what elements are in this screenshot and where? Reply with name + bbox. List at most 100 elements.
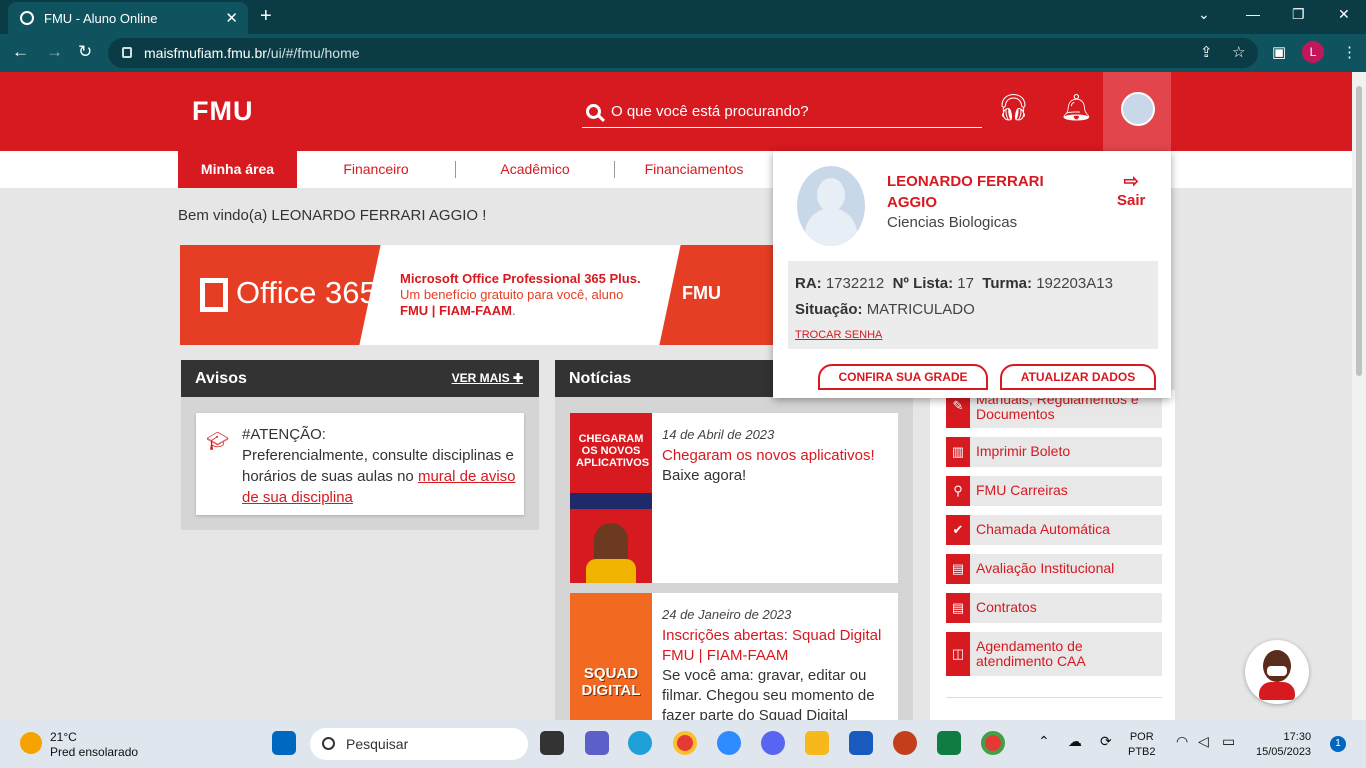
situacao-label: Situação: — [795, 301, 863, 318]
aviso-card: 🎓︎ #ATENÇÃO: Preferencialmente, consulte… — [196, 413, 524, 515]
logout-button[interactable]: ⇨ Sair — [1117, 171, 1145, 209]
chatbot-avatar-button[interactable] — [1245, 640, 1309, 704]
bell-icon[interactable]: 🔔︎ — [1060, 92, 1093, 123]
logout-icon: ⇨ — [1123, 171, 1139, 191]
new-tab-button[interactable]: + — [260, 5, 272, 28]
divider — [946, 697, 1162, 698]
quick-link-agendamento[interactable]: ◫ Agendamento de atendimento CAA — [946, 632, 1162, 676]
discord-icon[interactable] — [761, 731, 785, 755]
onedrive-icon[interactable]: ☁ — [1068, 734, 1082, 749]
wifi-icon[interactable]: ◠ — [1176, 734, 1188, 749]
sync-icon[interactable]: ⟳ — [1100, 734, 1112, 749]
profile-menu-button[interactable] — [1103, 72, 1171, 151]
tab-title: FMU - Aluno Online — [44, 10, 158, 26]
atualizar-dados-button[interactable]: ATUALIZAR DADOS — [1000, 364, 1156, 390]
clock[interactable]: 17:30 15/05/2023 — [1256, 730, 1311, 760]
sidebar-icon[interactable]: ▣ — [1272, 43, 1286, 61]
headset-icon[interactable]: 🎧︎ — [997, 92, 1030, 123]
menu-divider — [455, 161, 456, 178]
trocar-senha-link[interactable]: TROCAR SENHA — [795, 327, 1151, 343]
share-icon[interactable]: ⇪ — [1200, 43, 1213, 61]
turma-value: 192203A13 — [1036, 275, 1113, 292]
quick-link-contratos[interactable]: ▤ Contratos — [946, 593, 1162, 623]
globe-icon — [20, 11, 34, 25]
banner-text: Microsoft Office Professional 365 Plus. … — [400, 271, 641, 319]
news-title[interactable]: Inscrições abertas: Squad Digital FMU | … — [662, 626, 892, 666]
confira-grade-button[interactable]: CONFIRA SUA GRADE — [818, 364, 988, 390]
ra-label: RA: — [795, 275, 822, 292]
battery-icon[interactable]: ▭ — [1222, 734, 1235, 749]
news-title[interactable]: Chegaram os novos aplicativos! — [662, 446, 892, 466]
menu-financeiro[interactable]: Financeiro — [316, 151, 436, 188]
zoom-icon[interactable] — [717, 731, 741, 755]
start-icon[interactable] — [272, 731, 296, 755]
fmu-logo[interactable]: FMU — [192, 96, 253, 127]
news-card[interactable]: SQUAD DIGITAL 24 de Janeiro de 2023 Insc… — [570, 593, 898, 720]
chatbot-shirt-icon — [1259, 682, 1295, 700]
search-placeholder: O que você está procurando? — [611, 103, 809, 120]
quick-link-chamada[interactable]: ✔ Chamada Automática — [946, 515, 1162, 545]
quick-links-panel: ✎ Manuais, Regulamentos e Documentos ▥ I… — [930, 384, 1175, 720]
chrome-profile-icon[interactable] — [981, 731, 1005, 755]
browser-menu-icon[interactable]: ⋮ — [1342, 43, 1357, 61]
site-search-input[interactable]: O que você está procurando? — [582, 96, 982, 128]
welcome-message: Bem vindo(a) LEONARDO FERRARI AGGIO ! — [178, 207, 487, 224]
quick-link-carreiras[interactable]: ⚲ FMU Carreiras — [946, 476, 1162, 506]
language-indicator[interactable]: POR PTB2 — [1128, 730, 1156, 760]
taskbar-search[interactable]: Pesquisar — [310, 728, 528, 760]
teams-icon[interactable] — [585, 731, 609, 755]
clock-time: 17:30 — [1283, 731, 1312, 743]
quick-link-label: Avaliação Institucional — [976, 560, 1115, 576]
aviso-heading: #ATENÇÃO: — [242, 426, 326, 443]
ver-mais-link[interactable]: VER MAIS ✚ — [452, 360, 523, 397]
menu-minha-area[interactable]: Minha área — [178, 151, 297, 188]
restore-button[interactable]: ❐ — [1292, 6, 1305, 23]
menu-financiamentos[interactable]: Financiamentos — [634, 151, 754, 188]
banner-line1: Microsoft Office Professional 365 Plus. — [400, 271, 641, 286]
student-info-box: RA: 1732212 Nº Lista: 17 Turma: 192203A1… — [788, 261, 1158, 349]
chatbot-mask-icon — [1267, 666, 1287, 676]
noticias-panel: Notícias CHEGARAM OS NOVOS APLICATIVOS 1… — [555, 360, 913, 720]
volume-icon[interactable]: ◁ — [1198, 734, 1209, 749]
excel-icon[interactable] — [937, 731, 961, 755]
quick-link-avaliacao[interactable]: ▤ Avaliação Institucional — [946, 554, 1162, 584]
url-field[interactable]: maisfmufiam.fmu.br/ui/#/fmu/home — [108, 38, 1258, 68]
minimize-button[interactable]: — — [1246, 6, 1260, 22]
lista-value: 17 — [957, 275, 974, 292]
student-status: Situação: MATRICULADO — [795, 297, 1151, 323]
page-scrollbar[interactable] — [1352, 72, 1366, 720]
edge-icon[interactable] — [628, 731, 652, 755]
tab-search-icon[interactable]: ⌄ — [1198, 6, 1210, 23]
close-tab-icon[interactable]: ✕ — [225, 9, 238, 27]
quick-link-boleto[interactable]: ▥ Imprimir Boleto — [946, 437, 1162, 467]
task-view-icon[interactable] — [540, 731, 564, 755]
search-icon — [586, 104, 601, 119]
situacao-value: MATRICULADO — [866, 301, 975, 318]
forward-icon[interactable]: → — [46, 42, 63, 62]
tray-chevron-icon[interactable]: ⌃ — [1038, 734, 1050, 749]
powerpoint-icon[interactable] — [893, 731, 917, 755]
browser-tab[interactable]: FMU - Aluno Online ✕ — [8, 2, 248, 34]
close-window-button[interactable]: ✕ — [1338, 6, 1350, 23]
notification-badge[interactable]: 1 — [1330, 736, 1346, 752]
menu-academico[interactable]: Acadêmico — [475, 151, 595, 188]
site-header: FMU O que você está procurando? 🎧︎ 🔔︎ — [0, 72, 1352, 151]
image-band — [570, 493, 652, 509]
office365-banner[interactable]: Office 365 Microsoft Office Professional… — [180, 245, 780, 345]
lang-primary: POR — [1129, 731, 1154, 743]
reload-icon[interactable]: ↻ — [78, 42, 92, 62]
graduation-cap-icon: 🎓︎ — [206, 431, 229, 451]
taskbar-search-label: Pesquisar — [346, 736, 409, 752]
office-icon — [200, 277, 228, 312]
scrollbar-thumb[interactable] — [1356, 86, 1362, 376]
word-icon[interactable] — [849, 731, 873, 755]
browser-profile-avatar[interactable]: L — [1302, 41, 1324, 63]
star-icon[interactable]: ☆ — [1232, 43, 1245, 61]
news-image-caption: SQUAD DIGITAL — [581, 665, 641, 699]
file-explorer-icon[interactable] — [805, 731, 829, 755]
news-card[interactable]: CHEGARAM OS NOVOS APLICATIVOS 14 de Abri… — [570, 413, 898, 583]
chrome-icon[interactable] — [673, 731, 697, 755]
url-path: /ui/#/fmu/home — [266, 45, 360, 61]
back-icon[interactable]: ← — [12, 42, 29, 62]
ra-value: 1732212 — [825, 275, 885, 292]
